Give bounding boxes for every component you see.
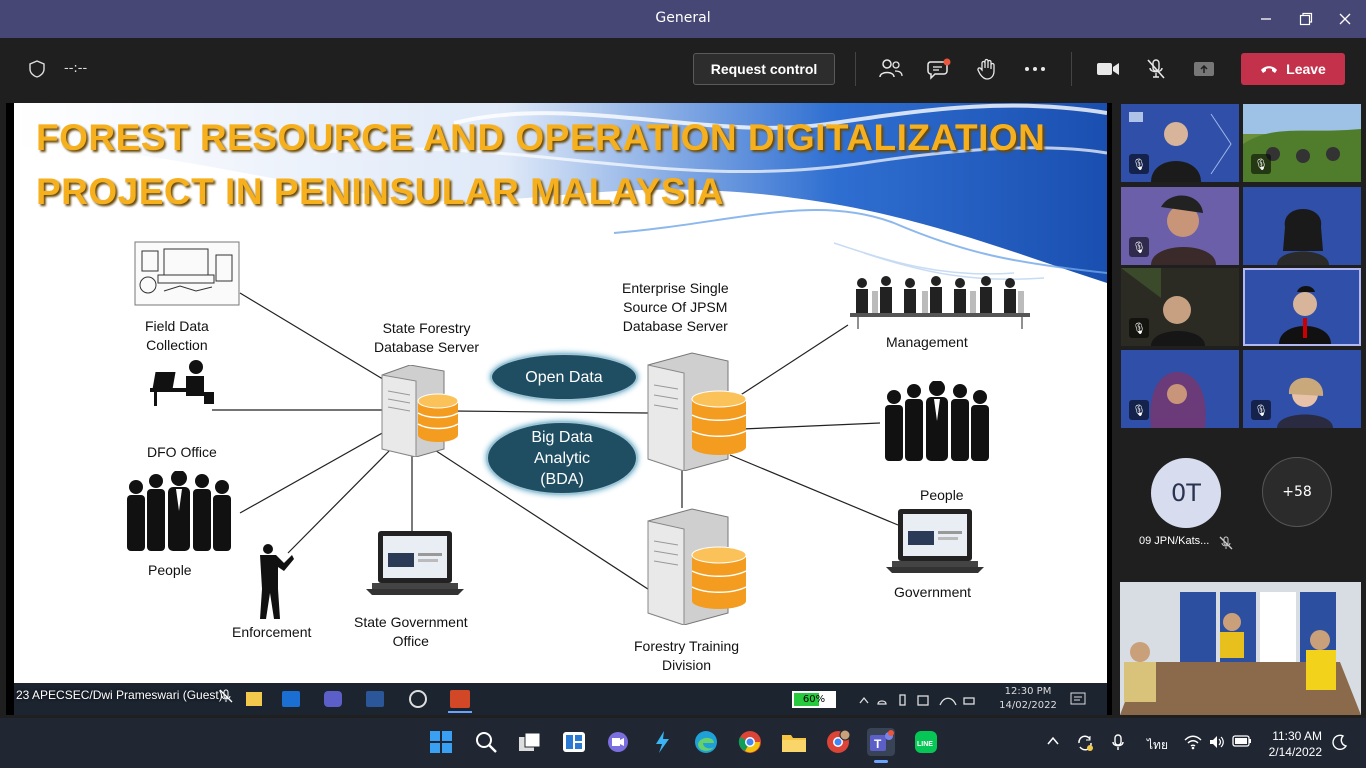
share-screen-icon[interactable]: [1191, 57, 1217, 81]
label-enforcement: Enforcement: [232, 624, 312, 640]
mic-muted-icon: 🎙: [1251, 400, 1271, 420]
mic-muted-icon: 🎙: [1129, 154, 1149, 174]
shared-system-tray-icons: [856, 690, 986, 710]
title-bar: General: [0, 0, 1366, 38]
leave-label: Leave: [1286, 61, 1326, 77]
mic-muted-icon: [1219, 535, 1233, 554]
mic-muted-icon: 🎙: [1129, 318, 1149, 338]
label-state-government-office: State Government Office: [354, 614, 468, 649]
show-hidden-icons-icon[interactable]: [1046, 734, 1060, 752]
participant-video-tile[interactable]: 🎙: [1121, 104, 1239, 182]
widgets-icon[interactable]: [560, 728, 588, 756]
mic-muted-icon: 🎙: [1129, 400, 1149, 420]
label-people-right: People: [920, 487, 964, 503]
leave-button[interactable]: Leave: [1241, 53, 1345, 85]
shared-clock: 12:30 PM 14/02/2022: [999, 686, 1057, 711]
microphone-icon[interactable]: [1111, 734, 1125, 756]
meeting-timer: --:--: [64, 61, 88, 76]
mic-muted-icon: 🎙: [1251, 154, 1271, 174]
notification-icon: [1070, 691, 1086, 711]
meet-icon[interactable]: [604, 728, 632, 756]
participant-video-tile[interactable]: 🎙: [1243, 350, 1361, 428]
raise-hand-icon[interactable]: [974, 57, 1000, 81]
big-data-bubble: Big Data Analytic (BDA): [486, 421, 638, 495]
window-title: General: [655, 10, 711, 26]
presentation-slide: FOREST RESOURCE AND OPERATION DIGITALIZA…: [14, 103, 1107, 683]
toolbar-divider: [1071, 52, 1072, 86]
file-explorer-icon[interactable]: [780, 728, 808, 756]
participants-icon[interactable]: [878, 57, 904, 81]
laptop-icon: [366, 531, 464, 595]
edge-browser-icon[interactable]: [692, 728, 720, 756]
focus-assist-icon[interactable]: [1332, 734, 1348, 754]
phone-hangup-icon: [1261, 66, 1278, 73]
label-dfo-office: DFO Office: [147, 444, 217, 460]
mic-muted-icon: 🎙: [1129, 237, 1149, 257]
close-icon[interactable]: [1332, 8, 1358, 30]
more-options-icon[interactable]: [1022, 57, 1048, 81]
label-forestry-training: Forestry Training Division: [634, 638, 740, 673]
enterprise-server-icon: [647, 352, 747, 471]
battery-icon[interactable]: [1232, 734, 1252, 752]
active-app-indicator: [874, 760, 888, 763]
participant-avatar[interactable]: 0T: [1151, 458, 1221, 528]
people-group-icon: [885, 381, 989, 461]
chat-icon[interactable]: [926, 57, 952, 81]
shield-icon[interactable]: [24, 57, 50, 81]
task-view-icon[interactable]: [516, 728, 544, 756]
state-forestry-server-icon: [381, 365, 459, 457]
chrome-profile-icon[interactable]: [824, 728, 852, 756]
participant-video-tile[interactable]: 🎙: [1243, 104, 1361, 182]
laptop-icon: [886, 509, 984, 573]
svg-text:LINE: LINE: [917, 741, 933, 748]
chrome-browser-icon[interactable]: [736, 728, 764, 756]
wifi-icon[interactable]: [1184, 734, 1202, 754]
label-enterprise-server: Enterprise Single Source Of JPSM Databas…: [622, 280, 729, 334]
sync-icon[interactable]: [1076, 734, 1094, 756]
teams-icon[interactable]: T: [867, 728, 895, 756]
open-data-bubble: Open Data: [490, 353, 638, 401]
request-control-button[interactable]: Request control: [693, 53, 835, 85]
mic-muted-icon: [219, 688, 233, 707]
app-icon[interactable]: [648, 728, 676, 756]
room-video-tile[interactable]: [1120, 582, 1361, 715]
presenter-name-label: 23 APECSEC/Dwi Prameswari (Guest): [16, 688, 223, 702]
system-clock[interactable]: 11:30 AM 2/14/2022: [1262, 728, 1322, 760]
line-app-icon[interactable]: LINE: [912, 728, 940, 756]
participant-video-tile[interactable]: 🎙: [1121, 187, 1239, 265]
svg-text:T: T: [874, 737, 882, 751]
maximize-icon[interactable]: [1293, 8, 1319, 30]
input-language-indicator[interactable]: ไทย: [1147, 736, 1168, 755]
search-icon[interactable]: [472, 728, 500, 756]
management-meeting-icon: [850, 276, 1030, 329]
participant-video-tile[interactable]: [1243, 187, 1361, 265]
forestry-training-server-icon: [647, 508, 747, 625]
label-government: Government: [894, 584, 972, 600]
volume-icon[interactable]: [1208, 734, 1226, 754]
start-button[interactable]: [427, 728, 455, 756]
minimize-icon[interactable]: [1253, 8, 1279, 30]
toolbar-divider: [855, 52, 856, 86]
participant-video-tile-active-speaker[interactable]: [1243, 268, 1361, 346]
label-people-left: People: [148, 562, 192, 578]
participant-name: 09 JPN/Kats...: [1139, 535, 1210, 547]
enforcement-officer-icon: [260, 544, 294, 619]
label-field-data-collection: Field Data Collection: [145, 318, 209, 353]
field-data-sketch-icon: [134, 241, 240, 306]
people-group-icon: [127, 471, 231, 551]
mic-muted-icon[interactable]: [1143, 57, 1169, 81]
participant-video-tile[interactable]: 🎙: [1121, 268, 1239, 346]
label-management: Management: [886, 334, 968, 350]
camera-icon[interactable]: [1095, 57, 1121, 81]
participant-video-tile[interactable]: 🎙: [1121, 350, 1239, 428]
label-state-forestry-server: State Forestry Database Server: [374, 320, 480, 355]
more-participants-button[interactable]: +58: [1262, 457, 1332, 527]
office-worker-icon: [150, 360, 214, 406]
battery-indicator: 60%: [792, 691, 836, 708]
